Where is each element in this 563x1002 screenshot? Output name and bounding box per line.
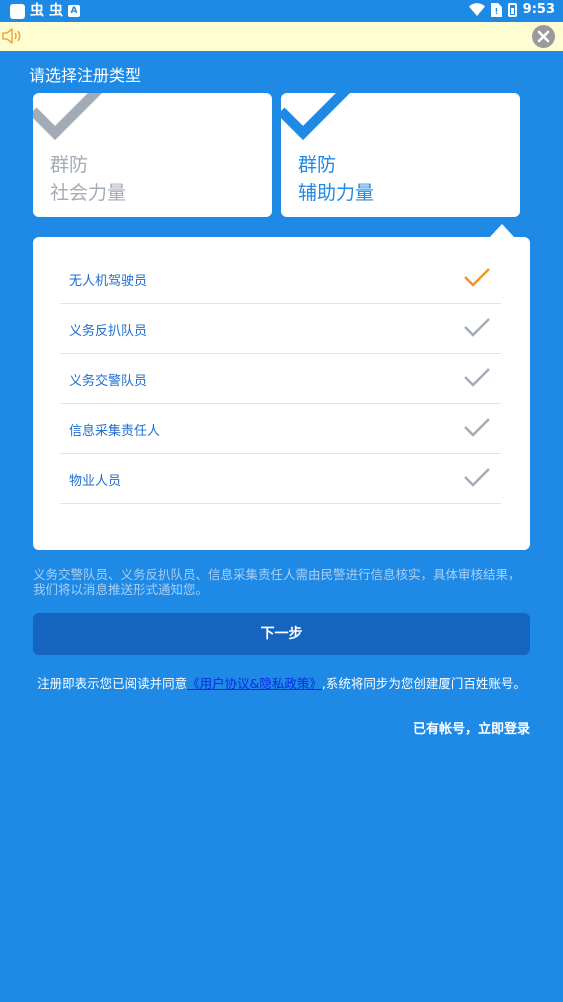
login-link[interactable]: 已有帐号，立即登录 — [413, 718, 530, 737]
review-hint: 义务交警队员、义务反扒队员、信息采集责任人需由民警进行信息核实，具体审核结果，我… — [33, 567, 521, 597]
check-icon — [464, 318, 490, 337]
close-icon — [537, 30, 550, 43]
battery-icon — [507, 2, 517, 17]
check-icon — [464, 468, 490, 487]
clock-time: 9:53 — [522, 2, 555, 17]
role-label: 物业人员 — [69, 474, 122, 489]
type-card-social[interactable]: 群防 社会力量 — [33, 93, 272, 217]
role-label: 信息采集责任人 — [69, 424, 161, 439]
no-sim-icon: ! — [490, 2, 502, 17]
font-a-icon: A — [68, 5, 80, 17]
notice-bar — [0, 22, 563, 51]
check-icon — [281, 93, 351, 141]
agreement-text: 注册即表示您已阅读并同意《用户协议&隐私政策》,系统将同步为您创建厦门百姓账号。 — [37, 676, 526, 691]
type-card-label: 群防 辅助力量 — [298, 154, 375, 204]
bug-icon: 虫 — [30, 3, 44, 19]
status-bar-right: ! 9:53 — [468, 2, 555, 17]
speaker-icon — [2, 28, 21, 44]
next-step-button[interactable]: 下一步 — [33, 613, 530, 655]
role-label: 义务交警队员 — [69, 374, 148, 389]
role-label: 无人机驾驶员 — [69, 274, 148, 289]
role-item[interactable]: 义务交警队员 — [60, 354, 501, 404]
role-panel: 无人机驾驶员 义务反扒队员 义务交警队员 信息采集责任人 物业人员 — [33, 237, 530, 550]
close-notice-button[interactable] — [532, 25, 555, 48]
role-label: 义务反扒队员 — [69, 324, 148, 339]
page-title: 请选择注册类型 — [29, 66, 142, 85]
check-icon — [33, 93, 103, 141]
type-card-label: 群防 社会力量 — [50, 154, 127, 204]
role-item[interactable]: 无人机驾驶员 — [60, 254, 501, 304]
panel-pointer — [489, 224, 515, 238]
role-list: 无人机驾驶员 义务反扒队员 义务交警队员 信息采集责任人 物业人员 — [60, 254, 501, 504]
role-item[interactable]: 信息采集责任人 — [60, 404, 501, 454]
wifi-icon — [468, 3, 485, 16]
app-square-icon — [10, 3, 25, 19]
type-card-auxiliary[interactable]: 群防 辅助力量 — [281, 93, 520, 217]
svg-text:!: ! — [494, 7, 498, 16]
status-bar: 虫 虫 A ! 9:53 — [0, 0, 563, 22]
check-icon — [464, 418, 490, 437]
role-item[interactable]: 物业人员 — [60, 454, 501, 504]
check-icon — [464, 368, 490, 387]
status-bar-left: 虫 虫 A — [10, 3, 80, 19]
user-agreement-link[interactable]: 《用户协议&隐私政策》 — [187, 676, 322, 691]
check-icon — [464, 268, 490, 287]
role-item[interactable]: 义务反扒队员 — [60, 304, 501, 354]
bug-icon: 虫 — [49, 3, 63, 19]
